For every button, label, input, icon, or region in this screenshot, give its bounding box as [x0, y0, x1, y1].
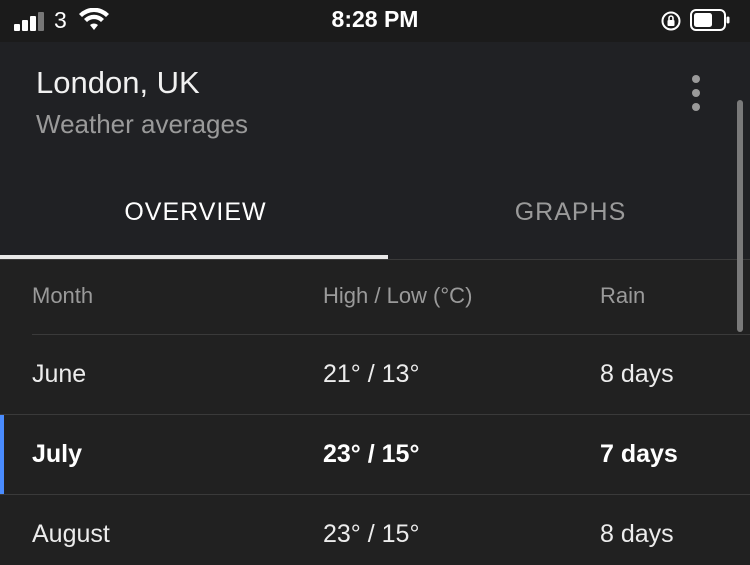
tab-overview[interactable]: OVERVIEW	[8, 192, 383, 258]
app-header: London, UK Weather averages OVERVIEW GRA…	[0, 42, 750, 260]
table-row-selected[interactable]: July 23° / 15° 7 days	[0, 415, 750, 495]
more-options-button[interactable]	[680, 72, 712, 114]
rain-cell: 8 days	[600, 360, 674, 388]
status-time: 8:28 PM	[331, 6, 419, 32]
column-header-high-low: High / Low (°C)	[323, 283, 473, 308]
temperature-cell: 23° / 15°	[323, 520, 420, 548]
rain-cell: 8 days	[600, 520, 674, 548]
month-cell: June	[32, 360, 87, 388]
more-vertical-icon-dot	[692, 89, 700, 97]
month-cell: July	[32, 440, 83, 468]
month-cell: August	[32, 520, 110, 548]
scrollbar[interactable]	[737, 100, 743, 332]
rotation-lock-icon	[661, 11, 681, 31]
selection-indicator	[0, 415, 4, 495]
more-vertical-icon	[692, 75, 700, 83]
table-row[interactable]: June 21° / 13° 8 days	[0, 335, 750, 415]
temperature-cell: 21° / 13°	[323, 360, 420, 388]
rain-cell: 7 days	[600, 440, 678, 468]
weather-screen: 3 8:28 PM London, UK Weather averages OV…	[0, 0, 750, 565]
status-bar: 3 8:28 PM	[0, 0, 750, 42]
location-subtitle: Weather averages	[36, 109, 248, 139]
battery-icon	[690, 9, 730, 31]
averages-table: Month High / Low (°C) Rain June 21° / 13…	[0, 260, 750, 565]
column-header-month: Month	[32, 283, 94, 308]
column-header-rain: Rain	[600, 283, 646, 308]
location-title: London, UK	[36, 65, 200, 100]
tab-graphs[interactable]: GRAPHS	[383, 192, 750, 258]
table-row[interactable]: August 23° / 15° 8 days	[0, 495, 750, 565]
temperature-cell: 23° / 15°	[323, 440, 420, 468]
more-vertical-icon-dot	[692, 103, 700, 111]
